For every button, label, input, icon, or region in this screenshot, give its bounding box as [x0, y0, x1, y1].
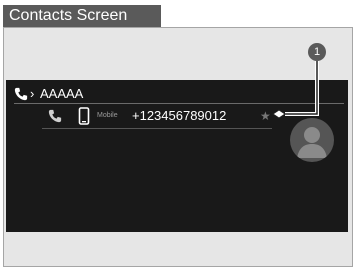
chevron-right-icon: › [30, 86, 35, 101]
callout-badge: 1 [308, 43, 326, 61]
phone-number: +123456789012 [132, 108, 227, 123]
avatar [290, 118, 334, 162]
person-icon [297, 127, 327, 158]
divider [14, 103, 344, 104]
contacts-screen: › AAAAA Mobile +123456789012 ★ [6, 80, 348, 232]
contact-row[interactable]: › AAAAA [6, 84, 348, 104]
favorite-star-icon[interactable]: ★ [260, 105, 271, 127]
page-title: Contacts Screen [3, 5, 161, 27]
divider [42, 128, 272, 129]
phone-icon [14, 87, 28, 101]
mobile-phone-icon [78, 107, 90, 125]
contact-name: AAAAA [40, 86, 84, 101]
number-type-label: Mobile [97, 112, 118, 119]
phone-icon [48, 109, 62, 123]
